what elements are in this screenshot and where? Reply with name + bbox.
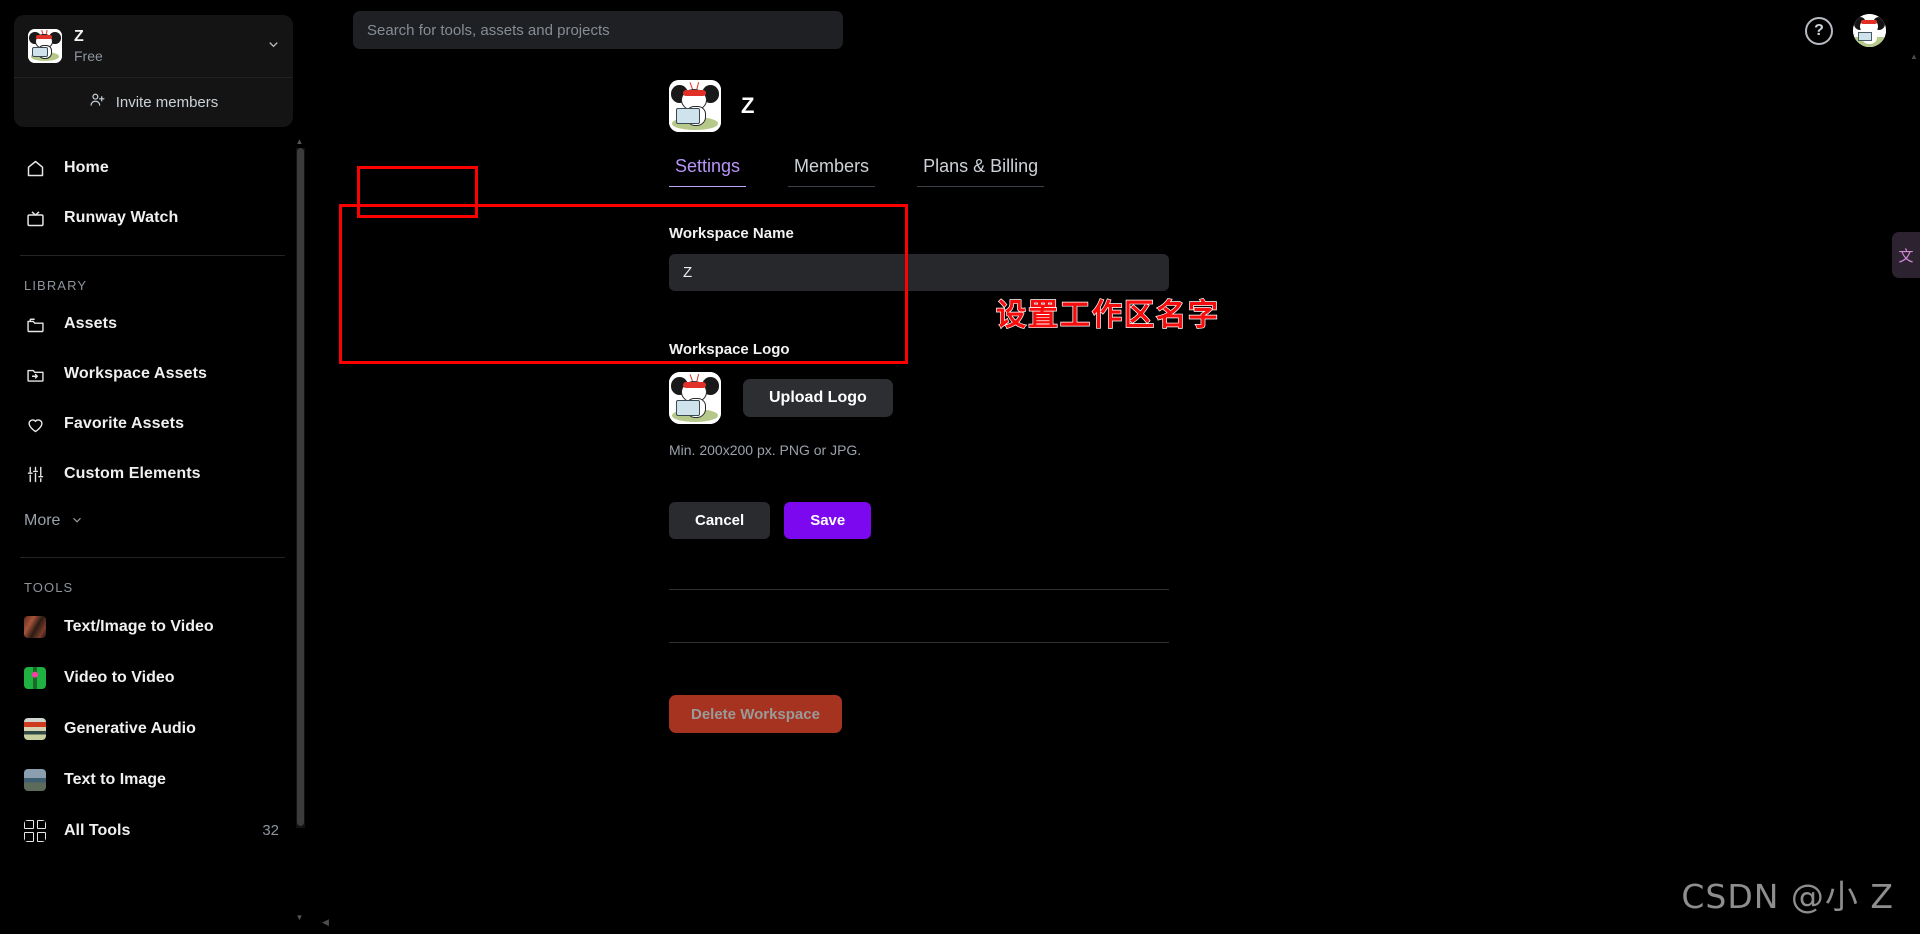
sidebar-item-video-to-video[interactable]: Video to Video [0, 652, 305, 703]
sidebar-item-custom-elements[interactable]: Custom Elements [14, 449, 291, 499]
sidebar-item-video-to-video-label: Video to Video [64, 668, 175, 686]
question-mark-icon[interactable]: ? [1805, 16, 1833, 45]
sidebar-item-text-image-to-video-label: Text/Image to Video [64, 617, 214, 635]
logo-upload-row: Upload Logo [669, 372, 1169, 424]
translate-widget-button[interactable]: 文 [1892, 232, 1920, 278]
tab-settings-label: Settings [675, 156, 741, 176]
grid-icon [24, 819, 46, 842]
workspace-logo-section: Workspace Logo Upload Logo Min. 200x200 … [669, 341, 1169, 458]
tools-section-label: TOOLS [24, 580, 74, 595]
workspace-name-section: Workspace Name Z [669, 225, 1169, 291]
user-plus-icon [89, 91, 106, 113]
app-root: Z Free Invite members Home Runway Watch … [0, 0, 1920, 934]
primary-nav: Home Runway Watch [0, 143, 305, 243]
workspace-name: Z [74, 28, 84, 45]
delete-workspace-button[interactable]: Delete Workspace [669, 695, 842, 733]
sidebar-item-assets[interactable]: Assets [14, 299, 291, 349]
cancel-button[interactable]: Cancel [669, 502, 771, 539]
workspace-header-logo-icon [669, 80, 721, 132]
settings-tabs: Settings Members Plans & Billing [669, 156, 1169, 187]
sidebar-scrollbar-thumb[interactable] [297, 148, 304, 826]
heart-icon [24, 413, 46, 435]
divider-top [669, 589, 1169, 590]
topbar: Search for tools, assets and projects ? [305, 0, 1920, 60]
sidebar-item-favorite-assets-label: Favorite Assets [64, 415, 185, 432]
thumbnail-text-image-to-video-icon [24, 615, 46, 638]
tab-settings[interactable]: Settings [669, 156, 747, 187]
workspace-header: Z [669, 80, 1169, 132]
scroll-down-arrow[interactable]: ▼ [295, 912, 304, 924]
sidebar-item-home-label: Home [64, 159, 109, 176]
thumbnail-generative-audio-icon [24, 717, 46, 740]
content-scroll-up-arrow[interactable]: ▲ [1910, 52, 1918, 62]
sidebar-item-home[interactable]: Home [14, 143, 291, 193]
sidebar-more-label: More [24, 512, 61, 529]
workspace-logo-icon [28, 29, 62, 63]
sidebar-item-text-image-to-video[interactable]: Text/Image to Video [0, 601, 305, 652]
scroll-up-arrow[interactable]: ▲ [295, 136, 304, 148]
invite-members-label: Invite members [115, 93, 219, 111]
sidebar-item-assets-label: Assets [64, 315, 118, 332]
folder-icon [24, 313, 46, 335]
thumbnail-text-to-image-icon [24, 768, 46, 791]
home-icon [24, 157, 46, 179]
tab-plans-billing-label: Plans & Billing [923, 156, 1039, 176]
workspace-logo-label: Workspace Logo [669, 341, 790, 358]
topbar-actions: ? [1805, 14, 1886, 47]
search-input[interactable]: Search for tools, assets and projects [353, 11, 843, 49]
workspace-name-input[interactable]: Z [669, 254, 1169, 291]
tools-nav: Text/Image to Video Video to Video Gener… [0, 601, 305, 856]
sidebar-item-custom-elements-label: Custom Elements [64, 465, 201, 482]
folder-share-icon [24, 363, 46, 385]
page-title: Z [741, 93, 755, 118]
sidebar-more-toggle[interactable]: More [0, 499, 305, 543]
workspace-plan: Free [74, 48, 103, 64]
sidebar-item-favorite-assets[interactable]: Favorite Assets [14, 399, 291, 449]
all-tools-count: 32 [262, 822, 279, 839]
sidebar-item-workspace-assets[interactable]: Workspace Assets [14, 349, 291, 399]
search-placeholder: Search for tools, assets and projects [367, 21, 610, 39]
upload-logo-button[interactable]: Upload Logo [743, 379, 893, 417]
translate-icon: 文 [1898, 247, 1914, 265]
workspace-card: Z Free Invite members [14, 15, 293, 127]
user-avatar[interactable] [1853, 14, 1886, 47]
main-area: Search for tools, assets and projects ? … [305, 0, 1920, 934]
form-actions: Cancel Save [669, 502, 1169, 539]
workspace-logo-preview [669, 372, 721, 424]
sidebar-item-text-to-image-label: Text to Image [64, 770, 166, 788]
library-nav: Assets Workspace Assets Favorite Assets [0, 299, 305, 499]
sidebar-item-generative-audio-label: Generative Audio [64, 719, 196, 737]
logo-hint: Min. 200x200 px. PNG or JPG. [669, 442, 862, 458]
sidebar-item-text-to-image[interactable]: Text to Image [0, 754, 305, 805]
sliders-icon [24, 463, 46, 485]
sidebar-item-runway-watch-label: Runway Watch [64, 209, 179, 226]
invite-members-button[interactable]: Invite members [14, 78, 293, 127]
workspace-switcher[interactable]: Z Free [14, 15, 293, 77]
tab-members[interactable]: Members [788, 156, 876, 187]
sidebar-item-generative-audio[interactable]: Generative Audio [0, 703, 305, 754]
sidebar-item-runway-watch[interactable]: Runway Watch [14, 193, 291, 243]
settings-content: Z Settings Members Plans & Billing Works… [305, 60, 1169, 733]
sidebar-scrollbar[interactable] [296, 148, 305, 828]
sidebar-item-all-tools[interactable]: All Tools 32 [0, 805, 305, 856]
save-button[interactable]: Save [784, 502, 872, 539]
chevron-down-icon [266, 37, 281, 55]
tab-members-label: Members [794, 156, 870, 176]
tv-icon [24, 207, 46, 229]
workspace-name-label: Workspace Name [669, 225, 794, 242]
sidebar: Z Free Invite members Home Runway Watch … [0, 0, 329, 934]
thumbnail-video-to-video-icon [24, 666, 46, 689]
chevron-down-icon [70, 513, 84, 530]
library-section-label: LIBRARY [24, 278, 88, 293]
divider-bottom [669, 642, 1169, 643]
tab-plans-billing[interactable]: Plans & Billing [917, 156, 1045, 187]
sidebar-item-all-tools-label: All Tools [64, 821, 131, 839]
sidebar-item-workspace-assets-label: Workspace Assets [64, 365, 208, 382]
